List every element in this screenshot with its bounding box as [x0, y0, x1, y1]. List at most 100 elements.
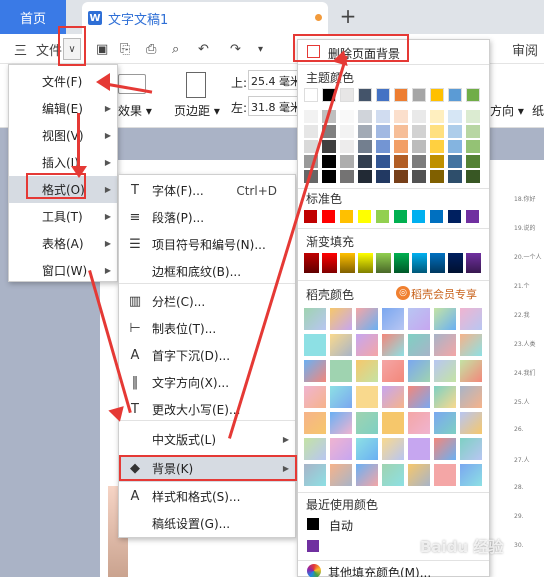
gradient-fill-swatch[interactable] — [322, 253, 337, 273]
theme-color-swatch[interactable] — [448, 140, 462, 153]
daoke-gradient-swatch[interactable] — [382, 412, 404, 434]
standard-color-swatch[interactable] — [322, 210, 335, 223]
print-icon[interactable]: ⎙ — [146, 38, 156, 60]
daoke-gradient-swatch[interactable] — [434, 386, 456, 408]
theme-color-swatch[interactable] — [394, 125, 408, 138]
daoke-gradient-swatch[interactable] — [304, 438, 326, 460]
theme-color-swatch[interactable] — [340, 170, 354, 183]
gradient-fill-swatch[interactable] — [358, 253, 373, 273]
format-item-9[interactable]: 中文版式(L) ▶ — [119, 426, 295, 453]
paper-size-button[interactable]: 纸 — [532, 102, 544, 119]
redo-icon[interactable]: ↷ — [230, 38, 241, 60]
daoke-gradient-swatch[interactable] — [408, 412, 430, 434]
daoke-gradient-swatch[interactable] — [408, 464, 430, 486]
theme-color-swatch[interactable] — [412, 170, 426, 183]
theme-color-swatch[interactable] — [394, 140, 408, 153]
daoke-gradient-swatch[interactable] — [434, 464, 456, 486]
daoke-gradient-swatch[interactable] — [434, 360, 456, 382]
daoke-gradient-swatch[interactable] — [434, 334, 456, 356]
standard-color-swatch[interactable] — [304, 210, 317, 223]
format-item-8[interactable]: T 更改大小写(E)... — [119, 396, 295, 423]
theme-color-swatch[interactable] — [466, 155, 480, 168]
margins-button[interactable]: 页边距 ▾ — [174, 102, 220, 119]
daoke-gradient-swatch[interactable] — [408, 386, 430, 408]
left-margin-input[interactable]: 31.8 毫米 — [248, 96, 298, 116]
standard-color-swatch[interactable] — [394, 210, 407, 223]
daoke-gradient-swatch[interactable] — [434, 438, 456, 460]
theme-color-swatch[interactable] — [322, 155, 336, 168]
daoke-gradient-swatch[interactable] — [408, 334, 430, 356]
menu-item-1[interactable]: 编辑(E) ▶ — [9, 95, 117, 122]
format-item-1[interactable]: ≡ 段落(P)... — [119, 204, 295, 231]
margins-icon[interactable] — [186, 72, 206, 98]
theme-color-swatch[interactable] — [304, 88, 318, 102]
effects-button[interactable]: 效果 ▾ — [118, 102, 152, 119]
undo-icon[interactable]: ↶ — [198, 38, 209, 60]
menu-item-6[interactable]: 表格(A) ▶ — [9, 230, 117, 257]
theme-color-swatch[interactable] — [430, 110, 444, 123]
standard-color-swatch[interactable] — [376, 210, 389, 223]
tab-document[interactable]: W 文字文稿1 — [82, 2, 328, 34]
daoke-gradient-swatch[interactable] — [304, 334, 326, 356]
daoke-gradient-swatch[interactable] — [330, 360, 352, 382]
save-icon[interactable]: ▣ — [96, 38, 108, 60]
theme-color-swatch[interactable] — [430, 88, 444, 102]
daoke-gradient-swatch[interactable] — [330, 412, 352, 434]
theme-color-swatch[interactable] — [340, 88, 354, 102]
daoke-gradient-swatch[interactable] — [304, 386, 326, 408]
format-item-12[interactable]: 稿纸设置(G)... — [119, 510, 295, 537]
daoke-gradient-swatch[interactable] — [330, 386, 352, 408]
theme-color-swatch[interactable] — [466, 110, 480, 123]
daoke-gradient-swatch[interactable] — [382, 438, 404, 460]
orientation-button[interactable]: 方向 ▾ — [490, 102, 524, 119]
format-item-0[interactable]: T 字体(F)... Ctrl+D — [119, 177, 295, 204]
format-item-2[interactable]: ☰ 项目符号和编号(N)... — [119, 231, 295, 258]
daoke-gradient-swatch[interactable] — [460, 334, 482, 356]
menu-item-2[interactable]: 视图(V) ▶ — [9, 122, 117, 149]
daoke-gradient-swatch[interactable] — [356, 464, 378, 486]
theme-color-swatch[interactable] — [376, 140, 390, 153]
menu-item-3[interactable]: 插入(I) ▶ — [9, 149, 117, 176]
theme-color-swatch[interactable] — [358, 140, 372, 153]
daoke-gradient-swatch[interactable] — [356, 360, 378, 382]
theme-color-swatch[interactable] — [304, 110, 318, 123]
print-preview-icon[interactable]: ⌕ — [172, 38, 179, 60]
daoke-gradient-swatch[interactable] — [330, 464, 352, 486]
daoke-gradient-swatch[interactable] — [434, 412, 456, 434]
daoke-gradient-swatch[interactable] — [304, 412, 326, 434]
daoke-gradient-swatch[interactable] — [304, 464, 326, 486]
standard-color-swatch[interactable] — [340, 210, 353, 223]
standard-color-swatch[interactable] — [412, 210, 425, 223]
theme-color-swatch[interactable] — [466, 170, 480, 183]
daoke-gradient-swatch[interactable] — [460, 386, 482, 408]
auto-color-swatch[interactable] — [307, 518, 319, 530]
standard-color-swatch[interactable] — [430, 210, 443, 223]
daoke-gradient-swatch[interactable] — [330, 438, 352, 460]
daoke-gradient-swatch[interactable] — [304, 308, 326, 330]
theme-color-swatch[interactable] — [412, 110, 426, 123]
format-item-3[interactable]: 边框和底纹(B)... — [119, 258, 295, 285]
theme-color-swatch[interactable] — [394, 88, 408, 102]
menu-item-5[interactable]: 工具(T) ▶ — [9, 203, 117, 230]
theme-color-swatch[interactable] — [358, 155, 372, 168]
format-item-5[interactable]: ⊢ 制表位(T)... — [119, 315, 295, 342]
standard-color-swatch[interactable] — [358, 210, 371, 223]
daoke-gradient-swatch[interactable] — [460, 438, 482, 460]
daoke-gradient-swatch[interactable] — [382, 334, 404, 356]
more-fill-colors-button[interactable]: 其他填充颜色(M)... — [328, 564, 431, 577]
theme-color-swatch[interactable] — [358, 110, 372, 123]
gradient-fill-swatch[interactable] — [340, 253, 355, 273]
theme-color-swatch[interactable] — [448, 170, 462, 183]
theme-color-swatch[interactable] — [340, 110, 354, 123]
theme-color-swatch[interactable] — [412, 88, 426, 102]
theme-color-swatch[interactable] — [430, 140, 444, 153]
theme-color-swatch[interactable] — [376, 88, 390, 102]
theme-color-swatch[interactable] — [322, 170, 336, 183]
theme-color-swatch[interactable] — [430, 125, 444, 138]
daoke-gradient-swatch[interactable] — [330, 334, 352, 356]
theme-color-swatch[interactable] — [376, 170, 390, 183]
theme-color-swatch[interactable] — [340, 125, 354, 138]
auto-color-label[interactable]: 自动 — [329, 517, 353, 534]
theme-color-swatch[interactable] — [430, 170, 444, 183]
daoke-gradient-swatch[interactable] — [434, 308, 456, 330]
